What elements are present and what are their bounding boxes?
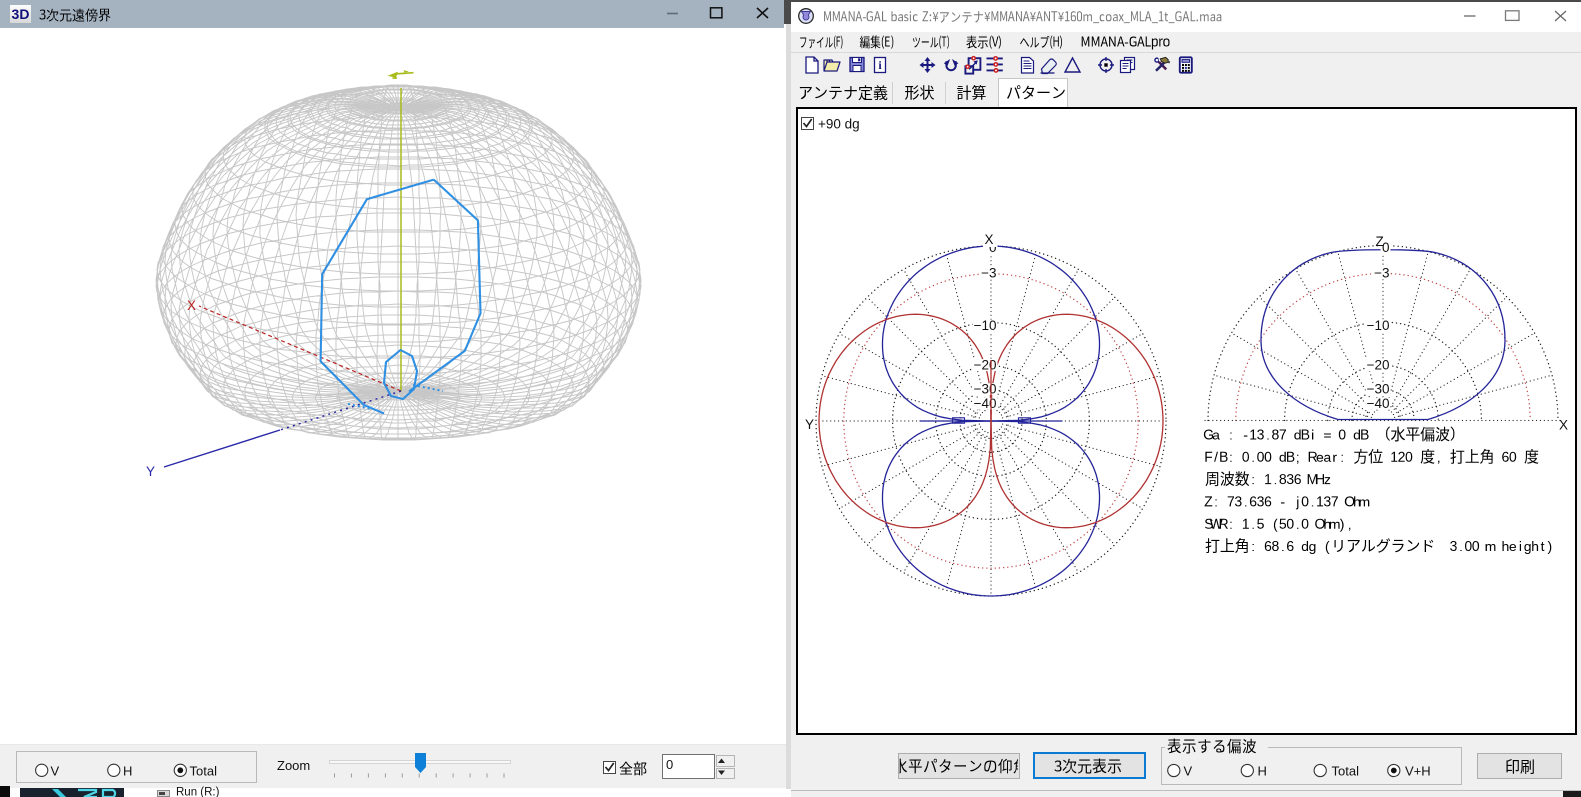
svg-text:−10: −10 xyxy=(974,318,997,333)
svg-text:V+H: V+H xyxy=(1405,764,1431,779)
svg-text:−30: −30 xyxy=(1367,381,1390,396)
svg-text:−3: −3 xyxy=(981,265,996,280)
svg-text:X: X xyxy=(187,298,196,313)
svg-text:−40: −40 xyxy=(974,396,997,411)
svg-text:−30: −30 xyxy=(974,381,997,396)
svg-text:−20: −20 xyxy=(1367,357,1390,372)
svg-text:−20: −20 xyxy=(974,357,997,372)
svg-text:−40: −40 xyxy=(1367,396,1390,411)
svg-text:X: X xyxy=(985,232,994,247)
svg-text:Run (R:): Run (R:) xyxy=(176,787,220,797)
svg-text:−3: −3 xyxy=(1374,265,1389,280)
svg-text:Zoom: Zoom xyxy=(277,758,310,773)
svg-text:Total: Total xyxy=(190,764,218,779)
svg-text:Y: Y xyxy=(146,464,155,479)
svg-text:Z: Z xyxy=(1376,234,1384,249)
svg-text:X: X xyxy=(1559,418,1568,433)
svg-text:0: 0 xyxy=(666,757,673,772)
svg-text:H: H xyxy=(1258,764,1267,779)
svg-text:V: V xyxy=(51,764,60,779)
svg-text:+90 dg: +90 dg xyxy=(818,117,860,132)
svg-text:H: H xyxy=(123,764,132,779)
svg-text:−10: −10 xyxy=(1367,318,1390,333)
svg-text:Total: Total xyxy=(1332,764,1360,779)
svg-text:Y: Y xyxy=(805,417,814,432)
svg-text:V: V xyxy=(1184,764,1193,779)
